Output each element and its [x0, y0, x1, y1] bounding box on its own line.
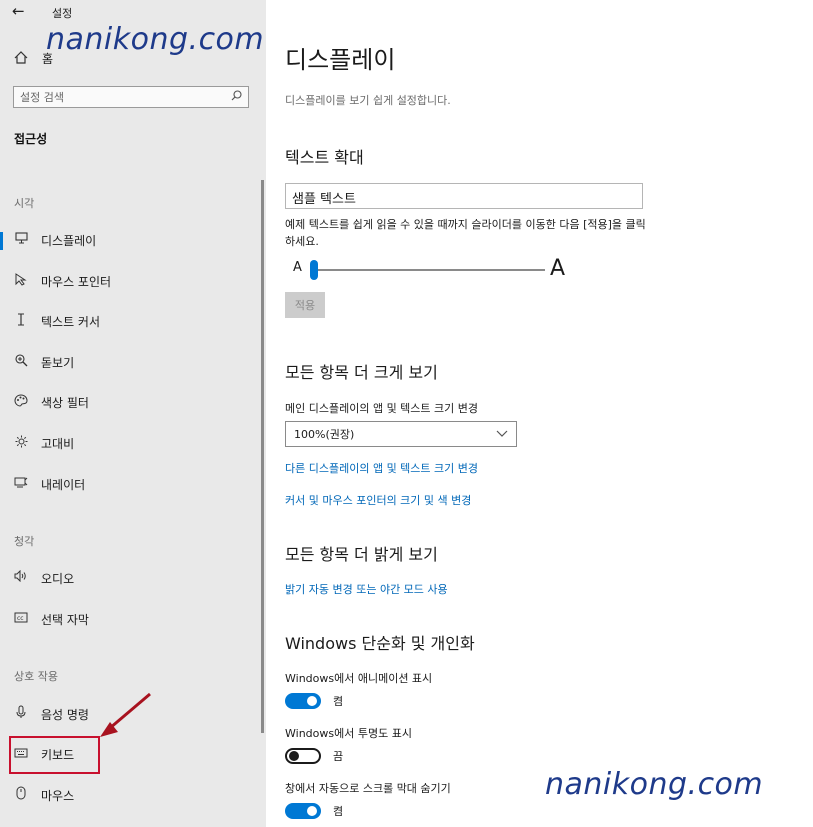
watermark-bottom: nanikong.com [545, 767, 764, 802]
animation-toggle[interactable] [285, 693, 321, 709]
cursor-size-link[interactable]: 커서 및 마우스 포인터의 크기 및 색 변경 [285, 492, 471, 508]
sidebar-item-label: 디스플레이 [41, 233, 97, 248]
sidebar-item-magnifier[interactable]: 돋보기 [14, 351, 74, 373]
other-display-scale-link[interactable]: 다른 디스플레이의 앱 및 텍스트 크기 변경 [285, 460, 478, 476]
sidebar-item-label: 마우스 [41, 788, 75, 803]
sidebar-item-mouse-pointer[interactable]: 마우스 포인터 [14, 270, 111, 292]
contrast-icon [14, 435, 28, 452]
monitor-icon [14, 232, 28, 248]
magnifier-icon [14, 353, 28, 371]
apply-button[interactable]: 적용 [285, 292, 325, 318]
make-brighter-heading: 모든 항목 더 밝게 보기 [285, 545, 438, 564]
sidebar-item-label: 텍스트 커서 [41, 314, 101, 329]
sidebar-item-label: 색상 필터 [41, 395, 89, 410]
sidebar-item-color-filter[interactable]: 색상 필터 [14, 391, 89, 413]
watermark-top: nanikong.com [46, 22, 265, 57]
narrator-icon [14, 476, 28, 492]
palette-icon [14, 393, 28, 411]
toggle-state: 켬 [333, 695, 344, 708]
page-title: 디스플레이 [285, 46, 396, 74]
slider-track[interactable] [311, 269, 545, 271]
sidebar-item-label: 선택 자막 [41, 612, 89, 627]
back-arrow-icon[interactable]: ← [12, 2, 25, 20]
sidebar-item-text-cursor[interactable]: 텍스트 커서 [14, 310, 100, 332]
scale-label: 메인 디스플레이의 앱 및 텍스트 크기 변경 [285, 402, 479, 415]
sidebar-item-captions[interactable]: cc 선택 자막 [14, 608, 89, 630]
chevron-down-icon [496, 428, 508, 441]
group-label-hearing: 청각 [14, 535, 35, 548]
sidebar-item-label: 마우스 포인터 [41, 274, 112, 289]
text-size-slider[interactable]: A A [285, 256, 575, 284]
slider-min-label: A [293, 260, 302, 275]
search-placeholder: 설정 검색 [20, 91, 64, 104]
section-title: 접근성 [14, 132, 48, 146]
animation-toggle-label: Windows에서 애니메이션 표시 [285, 672, 433, 685]
sidebar-item-label: 고대비 [41, 436, 75, 451]
scrollbar-toggle-label: 창에서 자동으로 스크롤 막대 숨기기 [285, 782, 451, 795]
scrollbar-toggle-row[interactable]: 켬 [285, 803, 343, 819]
pointer-icon [14, 272, 28, 290]
transparency-toggle[interactable] [285, 748, 321, 764]
sidebar-item-narrator[interactable]: 내레이터 [14, 473, 85, 495]
toggle-state: 켬 [333, 805, 344, 818]
make-bigger-heading: 모든 항목 더 크게 보기 [285, 363, 438, 382]
group-label-interaction: 상호 작용 [14, 670, 58, 683]
transparency-toggle-row[interactable]: 끔 [285, 748, 343, 764]
mouse-icon [14, 786, 28, 804]
toggle-state: 끔 [333, 750, 344, 763]
annotation-arrow-icon [100, 692, 151, 737]
window-title: 설정 [52, 7, 73, 20]
scrollbar-toggle[interactable] [285, 803, 321, 819]
transparency-toggle-label: Windows에서 투명도 표시 [285, 727, 412, 740]
text-cursor-icon [14, 313, 28, 330]
sample-text-box: 샘플 텍스트 [285, 183, 643, 209]
night-light-link[interactable]: 밝기 자동 변경 또는 야간 모드 사용 [285, 581, 448, 597]
slider-max-label: A [550, 256, 566, 281]
speaker-icon [14, 569, 28, 586]
dropdown-value: 100%(권장) [294, 428, 355, 441]
active-indicator [0, 232, 3, 250]
sidebar-item-audio[interactable]: 오디오 [14, 567, 74, 589]
animation-toggle-row[interactable]: 켬 [285, 693, 343, 709]
sidebar-scrollbar[interactable] [261, 180, 264, 733]
search-icon[interactable] [231, 90, 242, 104]
sidebar-item-display[interactable]: 디스플레이 [14, 229, 96, 251]
sidebar-item-label: 오디오 [41, 571, 75, 586]
sidebar-item-label: 내레이터 [41, 477, 86, 492]
settings-search-input[interactable]: 설정 검색 [13, 86, 249, 108]
home-icon [14, 50, 28, 67]
scale-dropdown[interactable]: 100%(권장) [285, 421, 517, 447]
text-scale-heading: 텍스트 확대 [285, 148, 364, 167]
sidebar-item-mouse[interactable]: 마우스 [14, 784, 74, 806]
sidebar-item-label: 돋보기 [41, 355, 75, 370]
page-subtitle: 디스플레이를 보기 쉽게 설정합니다. [285, 94, 451, 107]
text-scale-description: 예제 텍스트를 쉽게 읽을 수 있을 때까지 슬라이더를 이동한 다음 [적용]… [285, 218, 646, 248]
captions-icon: cc [14, 612, 28, 627]
simplify-heading: Windows 단순화 및 개인화 [285, 634, 475, 653]
sidebar-item-high-contrast[interactable]: 고대비 [14, 432, 74, 454]
svg-text:cc: cc [17, 615, 24, 622]
slider-thumb[interactable] [310, 260, 318, 280]
group-label-vision: 시각 [14, 197, 35, 210]
microphone-icon [14, 705, 28, 723]
